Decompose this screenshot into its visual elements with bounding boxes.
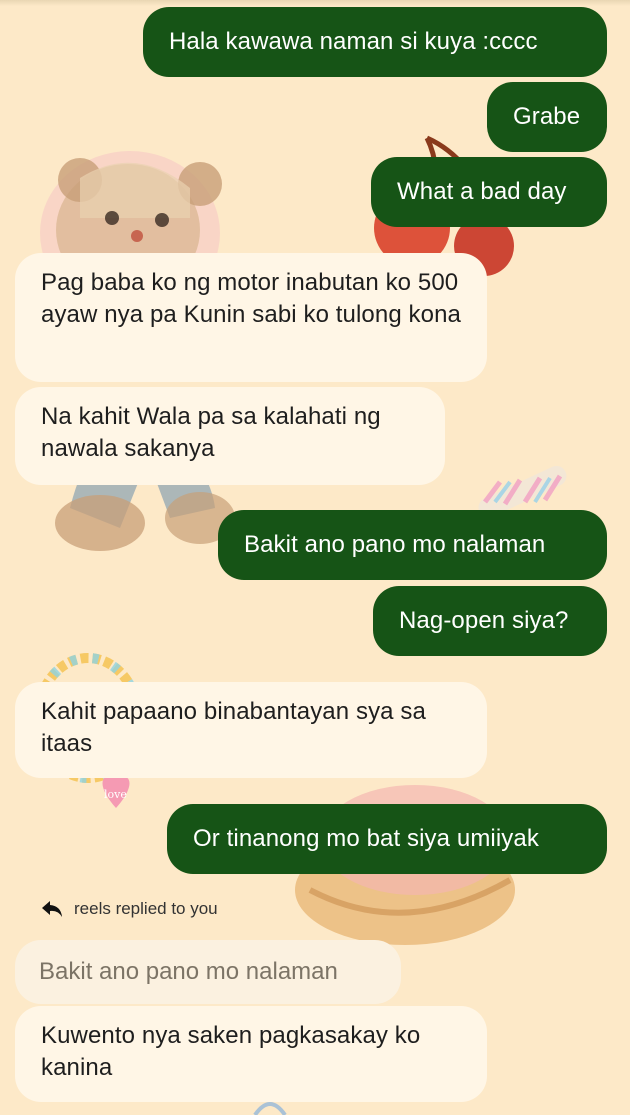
message-bubble-outgoing[interactable]: Grabe — [487, 82, 607, 152]
message-bubble-outgoing[interactable]: Hala kawawa naman si kuya :cccc — [143, 7, 607, 77]
top-edge — [0, 0, 630, 6]
message-bubble-incoming[interactable]: Na kahit Wala pa sa kalahati ng nawala s… — [15, 387, 445, 485]
reply-context-label: reels replied to you — [74, 899, 218, 918]
message-bubble-outgoing[interactable]: Or tinanong mo bat siya umiiyak — [167, 804, 607, 874]
quoted-message[interactable]: Bakit ano pano mo nalaman — [15, 940, 401, 1004]
message-bubble-outgoing[interactable]: What a bad day — [371, 157, 607, 227]
reply-arrow-icon — [42, 901, 62, 917]
reply-context: reels replied to you — [40, 899, 218, 919]
message-bubble-incoming[interactable]: Kahit papaano binabantayan sya sa itaas — [15, 682, 487, 778]
message-bubble-incoming[interactable]: Kuwento nya saken pagkasakay ko kanina — [15, 1006, 487, 1102]
message-bubble-outgoing[interactable]: Bakit ano pano mo nalaman — [218, 510, 607, 580]
message-bubble-outgoing[interactable]: Nag-open siya? — [373, 586, 607, 656]
message-bubble-incoming[interactable]: Pag baba ko ng motor inabutan ko 500 aya… — [15, 253, 487, 382]
svg-text:love: love — [104, 788, 127, 801]
